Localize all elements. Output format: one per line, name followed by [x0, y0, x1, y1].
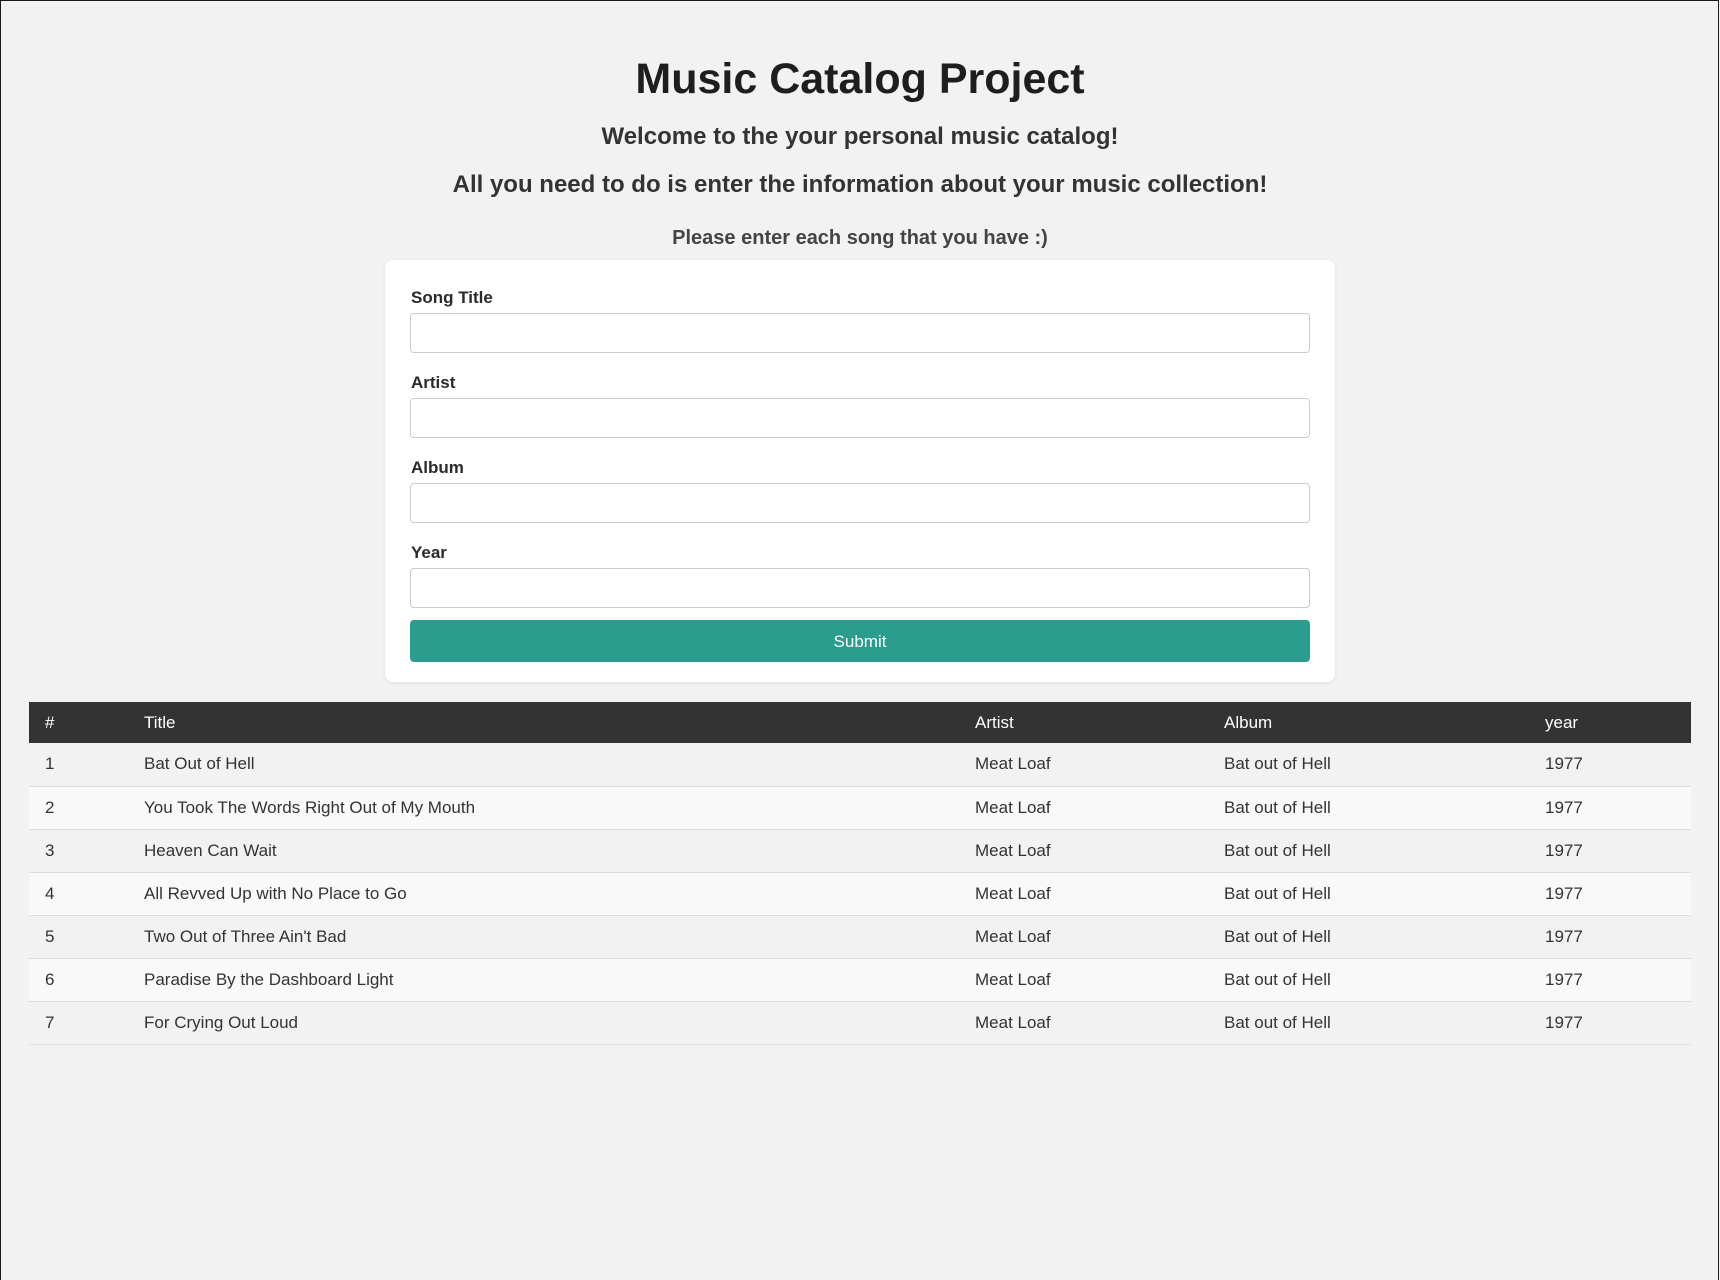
cell-album: Bat out of Hell [1208, 786, 1529, 830]
instructions-message: All you need to do is enter the informat… [452, 171, 1268, 198]
submit-button[interactable]: Submit [410, 620, 1310, 662]
cell-number: 5 [29, 915, 128, 959]
cell-number: 3 [29, 829, 128, 873]
artist-label: Artist [411, 373, 456, 392]
music-catalog-table: # Title Artist Album year 1 Bat Out of H… [29, 702, 1691, 1045]
cell-artist: Meat Loaf [959, 915, 1208, 959]
album-input[interactable] [410, 483, 1310, 523]
cell-year: 1977 [1529, 786, 1691, 830]
cell-title: Paradise By the Dashboard Light [128, 958, 959, 1002]
cell-year: 1977 [1529, 829, 1691, 873]
cell-title: All Revved Up with No Place to Go [128, 872, 959, 916]
cell-number: 7 [29, 1001, 128, 1045]
welcome-message: Welcome to the your personal music catal… [601, 123, 1119, 150]
table-row: 1 Bat Out of Hell Meat Loaf Bat out of H… [29, 743, 1691, 787]
entry-prompt: Please enter each song that you have :) [672, 227, 1048, 249]
cell-title: Heaven Can Wait [128, 829, 959, 873]
table-row: 3 Heaven Can Wait Meat Loaf Bat out of H… [29, 829, 1691, 873]
cell-album: Bat out of Hell [1208, 829, 1529, 873]
cell-album: Bat out of Hell [1208, 743, 1529, 787]
cell-album: Bat out of Hell [1208, 958, 1529, 1002]
year-label: Year [411, 543, 447, 562]
cell-album: Bat out of Hell [1208, 872, 1529, 916]
cell-year: 1977 [1529, 915, 1691, 959]
cell-number: 6 [29, 958, 128, 1002]
cell-album: Bat out of Hell [1208, 915, 1529, 959]
table-row: 2 You Took The Words Right Out of My Mou… [29, 786, 1691, 830]
page-header: Music Catalog Project Welcome to the you… [0, 0, 1720, 250]
album-label: Album [411, 458, 464, 477]
cell-album: Bat out of Hell [1208, 1001, 1529, 1045]
table-row: 6 Paradise By the Dashboard Light Meat L… [29, 958, 1691, 1002]
cell-number: 4 [29, 872, 128, 916]
cell-artist: Meat Loaf [959, 743, 1208, 787]
cell-artist: Meat Loaf [959, 786, 1208, 830]
song-title-label: Song Title [411, 288, 493, 307]
year-input[interactable] [410, 568, 1310, 608]
cell-artist: Meat Loaf [959, 829, 1208, 873]
cell-year: 1977 [1529, 872, 1691, 916]
column-header-artist: Artist [975, 712, 1014, 732]
table-row: 4 All Revved Up with No Place to Go Meat… [29, 872, 1691, 916]
cell-title: For Crying Out Loud [128, 1001, 959, 1045]
cell-number: 2 [29, 786, 128, 830]
cell-year: 1977 [1529, 743, 1691, 787]
table-header: # Title Artist Album year [29, 702, 1691, 743]
table-header-row: # Title Artist Album year [29, 702, 1691, 743]
cell-artist: Meat Loaf [959, 958, 1208, 1002]
cell-artist: Meat Loaf [959, 872, 1208, 916]
cell-year: 1977 [1529, 958, 1691, 1002]
cell-title: Bat Out of Hell [128, 743, 959, 787]
cell-title: Two Out of Three Ain't Bad [128, 915, 959, 959]
song-title-input[interactable] [410, 313, 1310, 353]
artist-input[interactable] [410, 398, 1310, 438]
table-row: 7 For Crying Out Loud Meat Loaf Bat out … [29, 1001, 1691, 1045]
song-entry-form: Song Title Artist Album Year Submit [385, 260, 1335, 682]
table-row: 5 Two Out of Three Ain't Bad Meat Loaf B… [29, 915, 1691, 959]
cell-year: 1977 [1529, 1001, 1691, 1045]
column-header-title: Title [144, 712, 176, 732]
column-header-year: year [1545, 712, 1579, 732]
page-title: Music Catalog Project [635, 55, 1085, 103]
cell-artist: Meat Loaf [959, 1001, 1208, 1045]
column-header-album: Album [1224, 712, 1273, 732]
column-header-number: # [45, 712, 55, 732]
cell-number: 1 [29, 743, 128, 787]
table-body: 1 Bat Out of Hell Meat Loaf Bat out of H… [29, 743, 1691, 1045]
cell-title: You Took The Words Right Out of My Mouth [128, 786, 959, 830]
